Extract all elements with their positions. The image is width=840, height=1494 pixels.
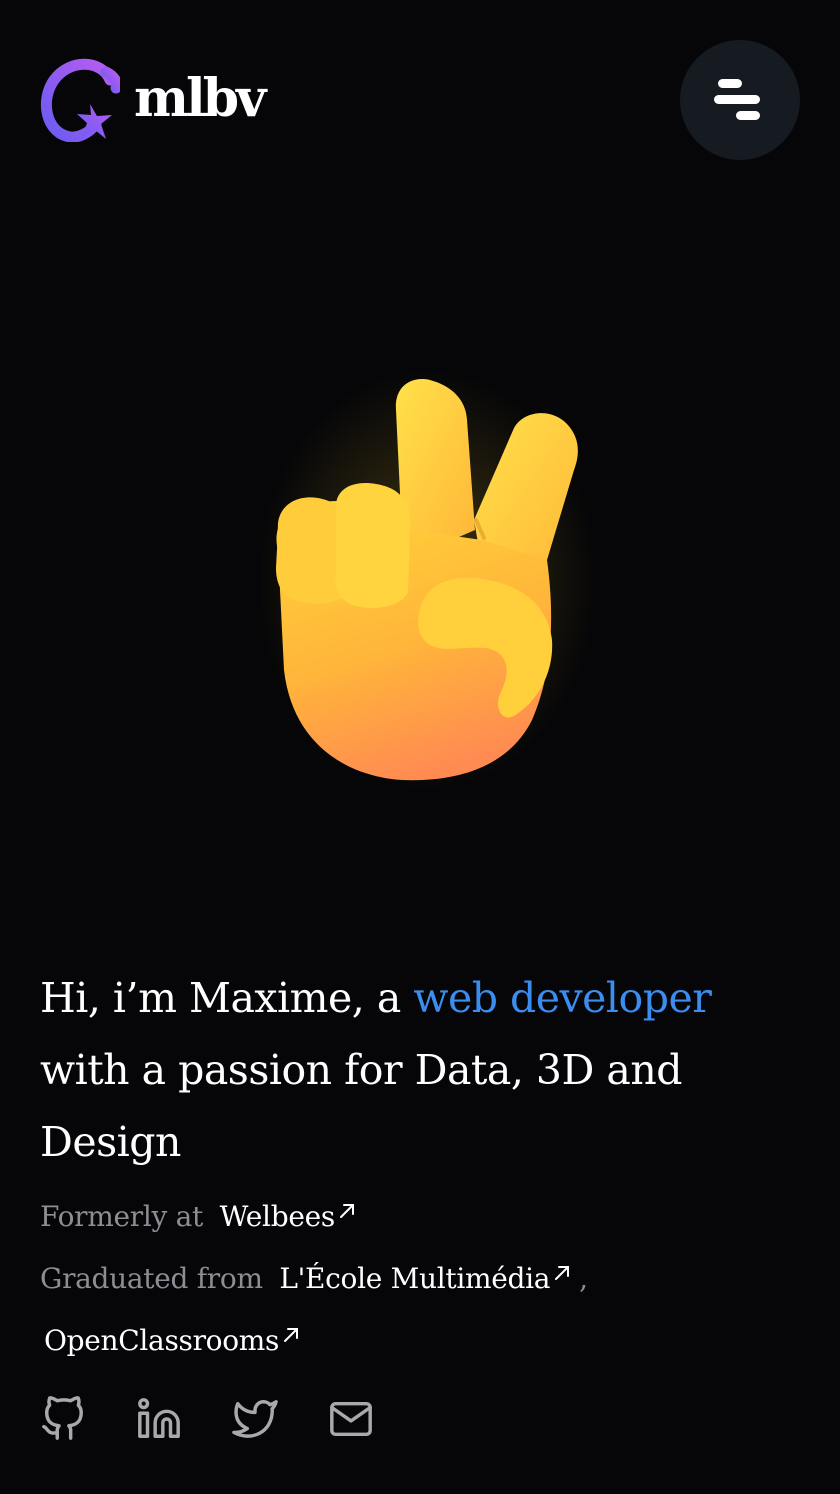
home-logo-link[interactable]: mlbv [40,58,266,142]
external-link-icon [555,1266,570,1280]
graduated-line: Graduated from L'École Multimédia, [40,1262,588,1295]
graduated-label: Graduated from [40,1262,263,1295]
github-link[interactable] [40,1396,86,1442]
openclassrooms-link[interactable]: OpenClassrooms [44,1324,300,1357]
victory-hand-icon [262,370,592,790]
menu-button[interactable] [680,40,800,160]
formerly-label: Formerly at [40,1200,203,1233]
intro-text-2: with a passion for Data, 3D and Design [40,1046,682,1166]
site-header: mlbv [0,0,840,200]
twitter-link[interactable] [232,1396,278,1442]
openclassrooms-line: OpenClassrooms [44,1324,300,1357]
intro-accent: web developer [413,974,712,1022]
welbees-link[interactable]: Welbees [220,1200,356,1233]
mail-icon [330,1401,372,1437]
separator-comma: , [579,1262,588,1295]
openclassrooms-link-label: OpenClassrooms [44,1324,280,1357]
formerly-line: Formerly at Welbees [40,1200,356,1233]
welbees-link-label: Welbees [219,1200,336,1233]
intro-heading: Hi, i’m Maxime, a web developer with a p… [40,962,810,1178]
mail-link[interactable] [328,1396,374,1442]
external-link-icon [284,1328,299,1342]
linkedin-icon [138,1398,180,1438]
logo-text: mlbv [134,67,266,129]
twitter-icon [232,1400,278,1438]
intro-text-1: Hi, i’m Maxime, a [40,974,414,1022]
menu-icon [714,79,760,120]
star-g-logo-icon [40,58,120,142]
external-link-icon [339,1204,354,1218]
ecole-multimedia-link-label: L'École Multimédia [279,1262,551,1295]
linkedin-link[interactable] [136,1396,182,1442]
github-icon [42,1396,83,1440]
social-links [40,1396,424,1442]
ecole-multimedia-link[interactable]: L'École Multimédia [279,1262,571,1295]
